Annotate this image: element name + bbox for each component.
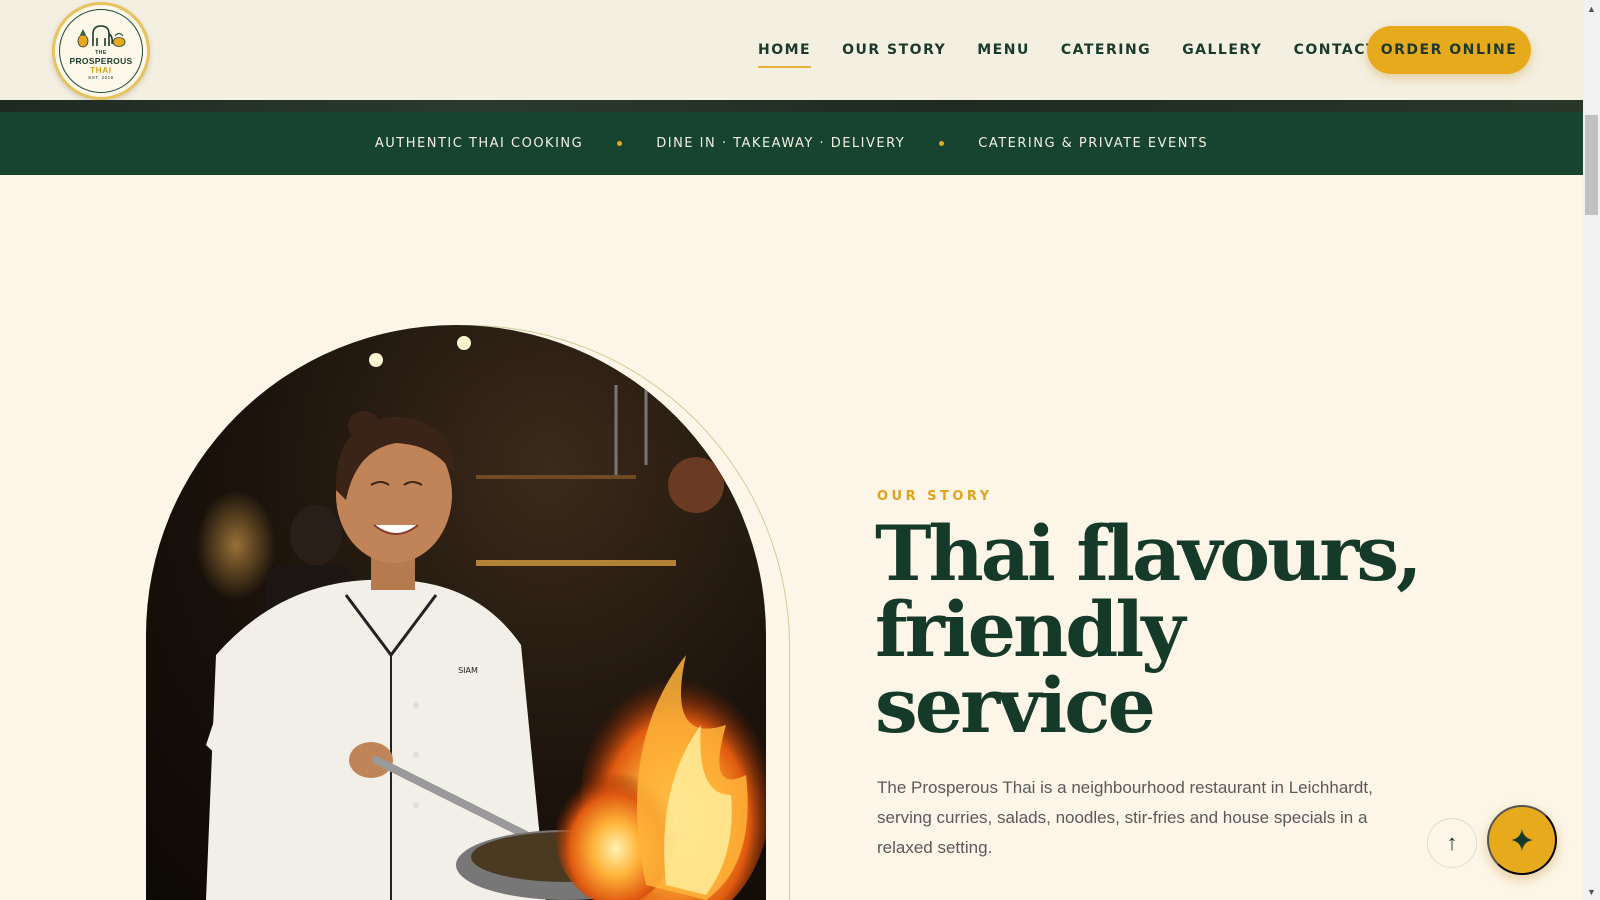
svg-text:SIAM: SIAM [458,666,478,675]
hero-image: SIAM [146,325,766,900]
header-image-strip [0,100,1583,112]
logo-thai: THAI [90,66,112,75]
order-online-button[interactable]: ORDER ONLINE [1367,26,1531,74]
page-scrollbar[interactable]: ▲ ▼ [1583,0,1600,900]
info-ribbon: AUTHENTIC THAI COOKING DINE IN · TAKEAWA… [0,112,1583,175]
nav-gallery[interactable]: GALLERY [1182,38,1262,62]
logo[interactable]: THE PROSPEROUS THAI EST. 2018 [52,2,150,100]
ribbon-dot-icon [617,141,623,146]
nav-our-story[interactable]: OUR STORY [842,38,946,62]
nav-catering[interactable]: CATERING [1061,38,1151,62]
site-header: THE PROSPEROUS THAI EST. 2018 HOME OUR S… [0,0,1583,100]
ribbon-item-authentic: AUTHENTIC THAI COOKING [374,136,584,151]
elephant-icon [77,25,126,48]
section-body: The Prosperous Thai is a neighbourhood r… [877,778,1373,857]
title-line-2: friendly [875,585,1185,674]
ribbon-item-catering: CATERING & PRIVATE EVENTS [978,136,1209,151]
section-eyebrow: OUR STORY [877,489,993,504]
nav-contact[interactable]: CONTACT [1294,38,1378,62]
nav-home[interactable]: HOME [758,38,812,68]
nav-menu[interactable]: MENU [977,38,1030,62]
arrow-up-icon: ↑ [1446,830,1458,855]
ribbon-dot-icon [939,141,945,146]
logo-est: EST. 2018 [88,75,114,80]
logo-name: PROSPEROUS [69,56,133,66]
title-line-1: Thai flavours, [875,509,1423,598]
logo-badge: THE PROSPEROUS THAI EST. 2018 [59,9,143,93]
assistant-button[interactable] [1487,805,1557,875]
main-nav: HOME OUR STORY MENU CATERING GALLERY CON… [758,0,1408,100]
scroll-to-top-button[interactable]: ↑ [1427,818,1477,868]
section-title: Thai flavours, friendly service [875,516,1515,744]
scroll-up-icon[interactable]: ▲ [1583,0,1600,17]
scrollbar-thumb[interactable] [1585,115,1598,215]
scroll-down-icon[interactable]: ▼ [1583,883,1600,900]
sparkle-icon [1511,829,1533,851]
ribbon-item-services: DINE IN · TAKEAWAY · DELIVERY [656,136,906,151]
chef-illustration: SIAM [196,336,766,900]
title-line-3: service [875,661,1156,750]
